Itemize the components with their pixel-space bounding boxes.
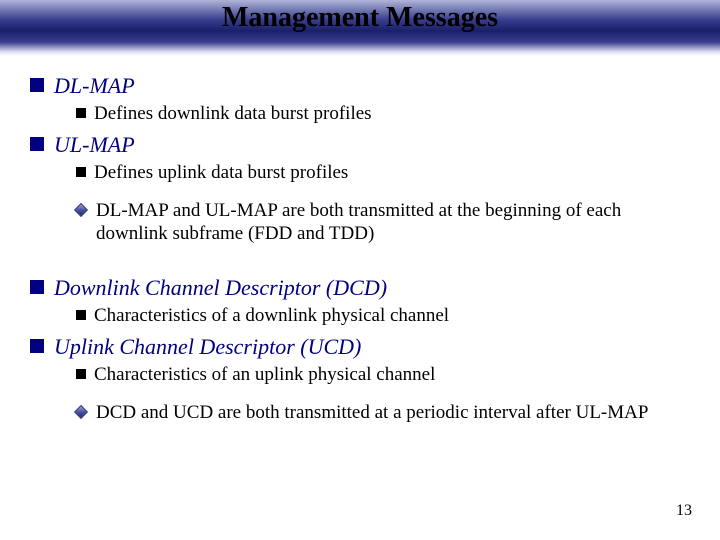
- square-bullet-icon: [76, 310, 86, 320]
- title-band: Management Messages: [0, 0, 720, 56]
- slide-content: DL-MAPDefines downlink data burst profil…: [0, 56, 720, 424]
- list-item: Defines downlink data burst profiles: [76, 102, 690, 126]
- list-item: DCD and UCD are both transmitted at a pe…: [76, 401, 680, 425]
- list-item: DL-MAP: [30, 72, 690, 100]
- list-item-text: Characteristics of an uplink physical ch…: [94, 363, 435, 387]
- square-bullet-icon: [76, 369, 86, 379]
- square-bullet-icon: [76, 108, 86, 118]
- square-bullet-icon: [30, 280, 44, 294]
- list-item-text: Defines downlink data burst profiles: [94, 102, 372, 126]
- list-item-text: DL-MAP: [54, 72, 135, 100]
- square-bullet-icon: [30, 339, 44, 353]
- list-item: Characteristics of an uplink physical ch…: [76, 363, 690, 387]
- list-item: Uplink Channel Descriptor (UCD): [30, 333, 690, 361]
- list-item-text: UL-MAP: [54, 131, 135, 159]
- spacer: [30, 246, 690, 268]
- slide-title: Management Messages: [0, 2, 720, 34]
- slide: Management Messages DL-MAPDefines downli…: [0, 0, 720, 540]
- diamond-bullet-icon: [74, 404, 88, 418]
- list-item-text: DCD and UCD are both transmitted at a pe…: [96, 401, 648, 425]
- square-bullet-icon: [76, 167, 86, 177]
- list-item-text: Uplink Channel Descriptor (UCD): [54, 333, 361, 361]
- diamond-bullet-icon: [74, 202, 88, 216]
- list-item-text: Defines uplink data burst profiles: [94, 161, 348, 185]
- list-item: Downlink Channel Descriptor (DCD): [30, 274, 690, 302]
- list-item: UL-MAP: [30, 131, 690, 159]
- list-item-text: Characteristics of a downlink physical c…: [94, 304, 449, 328]
- list-item: Characteristics of a downlink physical c…: [76, 304, 690, 328]
- square-bullet-icon: [30, 137, 44, 151]
- list-item-text: Downlink Channel Descriptor (DCD): [54, 274, 387, 302]
- list-item: Defines uplink data burst profiles: [76, 161, 690, 185]
- list-item-text: DL-MAP and UL-MAP are both transmitted a…: [96, 199, 676, 247]
- list-item: DL-MAP and UL-MAP are both transmitted a…: [76, 199, 680, 247]
- square-bullet-icon: [30, 78, 44, 92]
- page-number: 13: [676, 502, 692, 520]
